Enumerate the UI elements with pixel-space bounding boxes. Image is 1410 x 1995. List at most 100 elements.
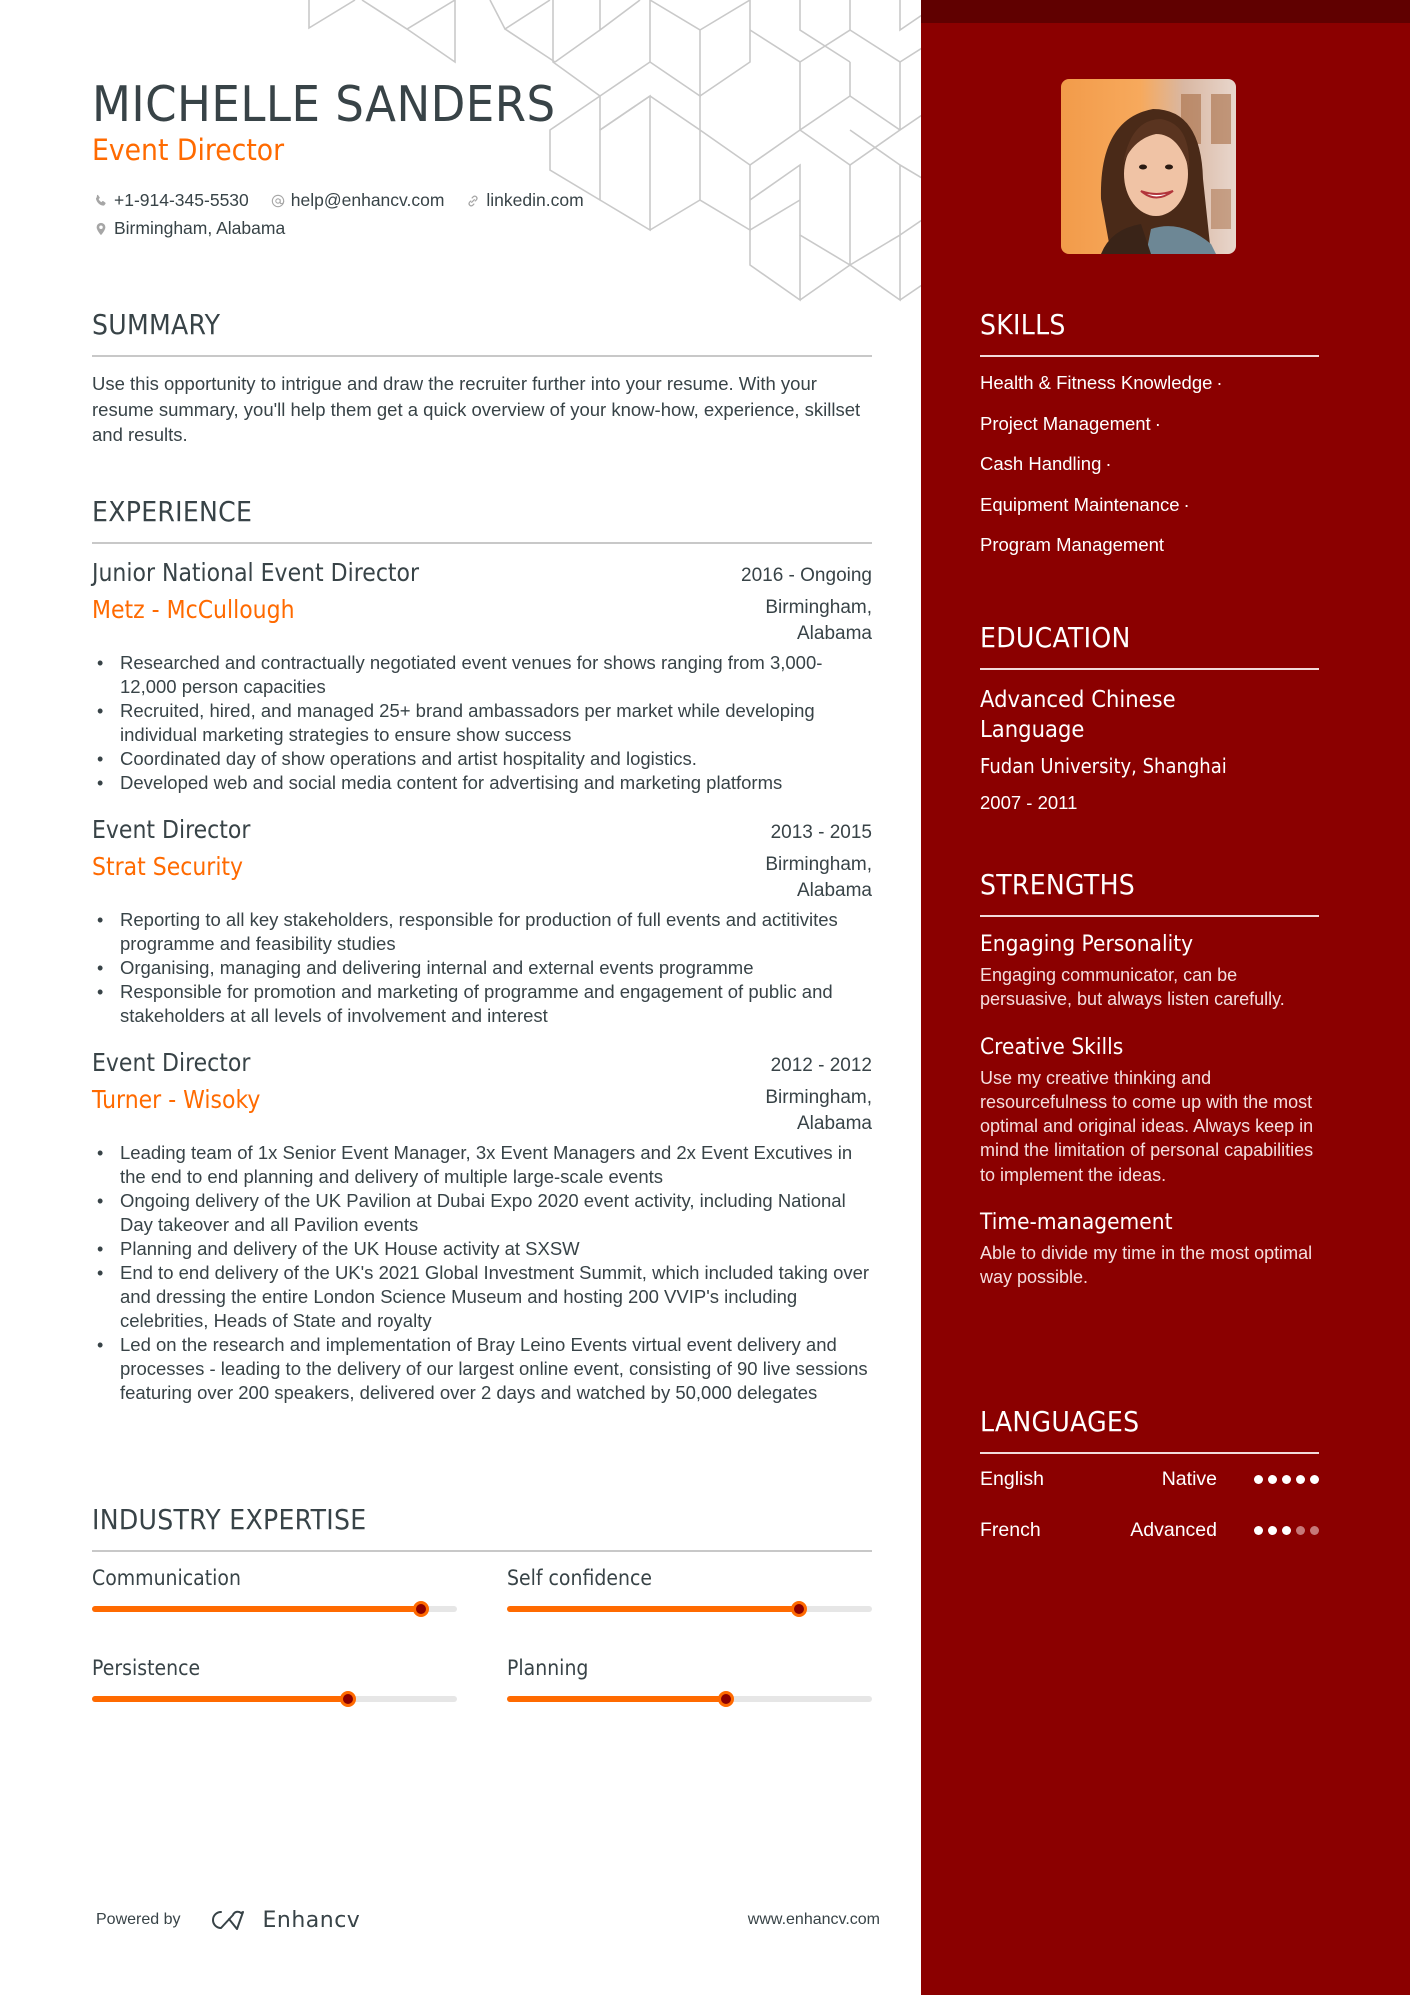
skill-label: Cash Handling (980, 453, 1102, 474)
website-link[interactable]: www.enhancv.com (748, 1911, 880, 1929)
expertise-slider (92, 1601, 457, 1617)
candidate-name: MICHELLE SANDERS (92, 76, 556, 133)
rating-dot-empty (1296, 1526, 1305, 1535)
section-divider (980, 915, 1319, 917)
expertise-knob (412, 1601, 429, 1617)
job-bullet: Planning and delivery of the UK House ac… (92, 1237, 872, 1261)
expertise-slider (507, 1601, 872, 1617)
contact-location: Birmingham, Alabama (92, 218, 285, 239)
expertise-knob (339, 1691, 356, 1707)
contact-phone[interactable]: +1-914-345-5530 (92, 190, 249, 211)
profile-photo (1061, 79, 1236, 254)
skill-item: Cash Handling · (980, 444, 1319, 485)
education-degree: Advanced Chinese Language (980, 685, 1176, 743)
section-divider (980, 668, 1319, 670)
language-name: French (980, 1519, 1041, 1541)
rating-dot-filled (1268, 1475, 1277, 1484)
skill-label: Health & Fitness Knowledge (980, 372, 1213, 393)
language-level: Advanced (1130, 1519, 1217, 1541)
job-bullet: Ongoing delivery of the UK Pavilion at D… (92, 1189, 872, 1237)
strength-item: Creative Skills Use my creative thinking… (980, 1034, 1319, 1187)
skills-list: Health & Fitness Knowledge · Project Mana… (980, 363, 1319, 566)
skill-separator: · (1154, 412, 1161, 434)
job-dates: 2016 - Ongoing (741, 565, 872, 586)
language-item: English Native (980, 1454, 1319, 1505)
rating-dot-filled (1254, 1526, 1263, 1535)
background-geometric-pattern (308, 0, 922, 302)
language-level: Native (1161, 1468, 1217, 1490)
language-item: French Advanced (980, 1505, 1319, 1556)
rating-dot-filled (1296, 1475, 1305, 1484)
footer: Powered by Enhancv www.enhancv.com (96, 1900, 880, 1940)
expertise-grid: Communication Self confidence Persistenc… (92, 1566, 872, 1736)
section-divider (92, 355, 872, 357)
expertise-label: Persistence (92, 1656, 201, 1680)
rating-dot-filled (1310, 1475, 1319, 1484)
job-company: Metz - McCullough (92, 595, 295, 624)
expertise-slider (92, 1691, 457, 1707)
expertise-label: Communication (92, 1566, 241, 1590)
enhancv-logo-text: Enhancv (262, 1907, 361, 1933)
job-company: Strat Security (92, 852, 244, 881)
education-section: EDUCATION Advanced Chinese Language Fuda… (980, 621, 1319, 814)
languages-section: LANGUAGES English Native French Advanced (980, 1405, 1319, 1556)
job-location: Birmingham, Alabama (765, 1087, 872, 1134)
contact-email[interactable]: help@enhancv.com (269, 190, 445, 211)
location-pin-icon (92, 220, 110, 238)
expertise-item: Self confidence (507, 1566, 872, 1617)
languages-heading: LANGUAGES (980, 1405, 1140, 1438)
skill-label: Equipment Maintenance (980, 493, 1180, 515)
job-role: Junior National Event Director (92, 558, 420, 587)
phone-text: +1-914-345-5530 (114, 190, 249, 210)
expertise-item: Planning (507, 1656, 872, 1707)
job-bullet: Organising, managing and delivering inte… (92, 956, 872, 980)
rating-dot-filled (1282, 1475, 1291, 1484)
email-text: help@enhancv.com (290, 190, 445, 210)
link-icon (464, 192, 482, 210)
contact-linkedin[interactable]: linkedin.com (464, 190, 584, 211)
strength-title: Engaging Personality (980, 931, 1194, 957)
strength-item: Engaging Personality Engaging communicat… (980, 931, 1319, 1012)
expertise-section: INDUSTRY EXPERTISE Communication Self co… (92, 1503, 872, 1736)
powered-by-text: Powered by (96, 1911, 181, 1928)
skill-separator: · (1183, 493, 1190, 515)
summary-text: Use this opportunity to intrigue and dra… (92, 373, 861, 445)
section-divider (92, 1550, 872, 1552)
expertise-slider (507, 1691, 872, 1707)
enhancv-logo[interactable]: Enhancv (207, 1907, 361, 1933)
job-role: Event Director (92, 815, 251, 844)
job-dates: 2013 - 2015 (770, 822, 872, 843)
location-text: Birmingham, Alabama (114, 218, 286, 238)
job-location: Birmingham, Alabama (765, 854, 872, 901)
strengths-section: STRENGTHS Engaging Personality Engaging … (980, 868, 1319, 1290)
experience-heading: EXPERIENCE (92, 495, 253, 528)
expertise-knob (718, 1691, 734, 1707)
expertise-fill (92, 1696, 348, 1702)
strength-title: Creative Skills (980, 1033, 1124, 1060)
skills-section: SKILLS Health & Fitness Knowledge · Proje… (980, 308, 1319, 566)
skill-separator: · (1216, 372, 1223, 393)
strength-description: Use my creative thinking and resourceful… (980, 1067, 1314, 1185)
strength-description: Able to divide my time in the most optim… (980, 1243, 1313, 1288)
job-bullet: Developed web and social media content f… (92, 771, 872, 795)
job-location: Birmingham, Alabama (765, 597, 872, 644)
job-company: Turner - Wisoky (92, 1085, 261, 1114)
job-bullet: Leading team of 1x Senior Event Manager,… (92, 1141, 872, 1189)
rating-dot-empty (1310, 1526, 1319, 1535)
language-rating (1249, 1475, 1319, 1484)
job-role: Event Director (92, 1048, 251, 1077)
job-bullets: Researched and contractually negotiated … (92, 651, 872, 795)
education-dates: 2007 - 2011 (980, 792, 1078, 813)
job-bullet: Reporting to all key stakeholders, respo… (92, 908, 872, 956)
skill-item: Project Management · (980, 404, 1319, 445)
rating-dot-filled (1254, 1475, 1263, 1484)
strength-title: Time-management (980, 1209, 1173, 1236)
expertise-heading: INDUSTRY EXPERTISE (92, 1503, 367, 1536)
strength-description: Engaging communicator, can be persuasive… (980, 965, 1285, 1010)
expertise-label: Self confidence (507, 1566, 652, 1590)
sidebar: SKILLS Health & Fitness Knowledge · Proje… (921, 0, 1410, 1995)
expertise-fill (507, 1606, 799, 1612)
profile-photo-illustration (1061, 79, 1236, 254)
skills-heading: SKILLS (980, 308, 1066, 341)
job-bullets: Leading team of 1x Senior Event Manager,… (92, 1141, 872, 1405)
